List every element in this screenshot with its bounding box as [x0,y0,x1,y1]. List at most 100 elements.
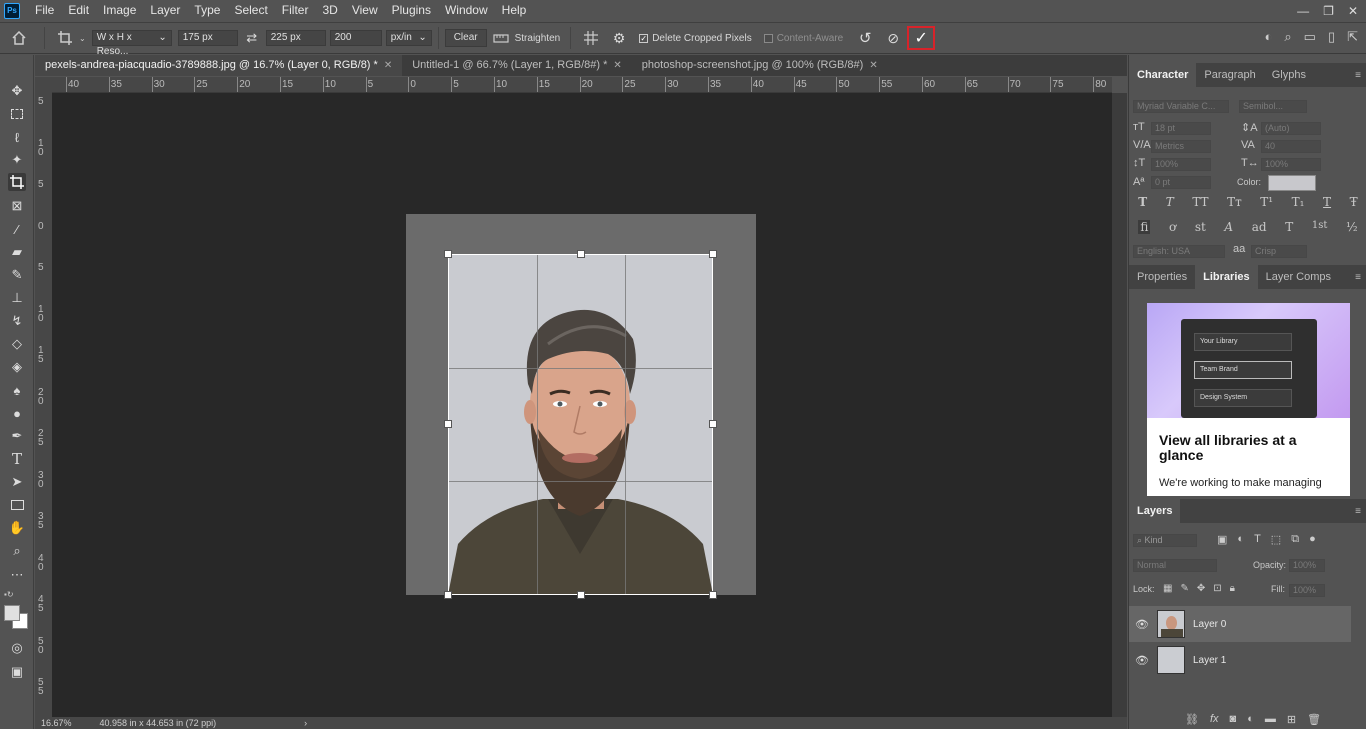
mask-icon[interactable]: ◙ [1230,713,1237,726]
quick-mask-icon[interactable]: ◎ [8,639,26,657]
tab-layers[interactable]: Layers [1129,499,1181,523]
libraries-onboarding-card[interactable]: Your Library Team Brand Design System Vi… [1147,303,1350,496]
leading-field[interactable]: (Auto) [1261,122,1321,135]
fractions-button[interactable]: ½ [1346,220,1358,234]
font-family-select[interactable]: Myriad Variable C... [1133,100,1229,113]
shape-filter-icon[interactable]: ⬚ [1271,533,1281,546]
trash-icon[interactable]: 🗑︎ [1307,713,1321,726]
straighten-label[interactable]: Straighten [515,33,561,44]
adjustment-filter-icon[interactable]: ◐ [1237,533,1244,546]
discretionary-ligatures-button[interactable]: st [1195,220,1206,234]
share-icon[interactable]: ◐ [1265,29,1273,45]
crop-handle-bottom-right[interactable] [709,591,717,599]
lasso-tool-icon[interactable]: ℓ [8,128,26,146]
search-icon[interactable]: ⌕ [1284,29,1291,45]
panel-menu-icon[interactable]: ≡ [1355,272,1361,283]
all-caps-button[interactable]: TT [1192,195,1208,209]
adjustment-icon[interactable]: ◐ [1247,713,1254,726]
menu-layer[interactable]: Layer [143,0,187,21]
fill-field[interactable]: 100% [1289,584,1325,597]
ligatures-button[interactable]: fi [1138,220,1151,234]
visibility-eye-icon[interactable]: 👁︎ [1129,654,1155,667]
link-icon[interactable]: ⛓︎ [1185,713,1199,726]
frame-tool-icon[interactable]: ⊠ [8,197,26,215]
overlay-grid-icon[interactable] [577,30,605,46]
menu-help[interactable]: Help [495,0,534,21]
tab-layer-comps[interactable]: Layer Comps [1258,265,1339,289]
tab-pexels[interactable]: pexels-andrea-piacquadio-3789888.jpg @ 1… [35,55,403,76]
width-field[interactable]: 175 px [177,30,238,46]
default-colors-icon[interactable]: ▪↻ [4,590,14,599]
layer-filter-kind[interactable]: ⌕ Kind [1133,534,1197,547]
crop-tool-preset-icon[interactable] [51,30,79,46]
tracking-field[interactable]: 40 [1261,140,1321,153]
eraser-tool-icon[interactable]: ◇ [8,335,26,353]
hand-tool-icon[interactable]: ✋ [8,519,26,537]
history-brush-tool-icon[interactable]: ↯ [8,312,26,330]
crop-handle-right[interactable] [709,420,717,428]
eyedropper-tool-icon[interactable]: ⁄ [8,220,26,238]
menu-view[interactable]: View [345,0,385,21]
content-aware-checkbox[interactable]: Content-Aware [763,33,843,44]
ratio-preset-select[interactable]: W x H x Reso... ⌄ [91,30,172,57]
tab-glyphs[interactable]: Glyphs [1264,63,1314,87]
small-caps-button[interactable]: Tт [1227,195,1242,209]
path-selection-tool-icon[interactable]: ➤ [8,473,26,491]
crop-tool-icon[interactable] [8,173,26,191]
image-filter-icon[interactable]: ▣ [1217,533,1227,546]
export-icon[interactable]: ⇱ [1347,29,1358,45]
canvas-area[interactable] [52,93,1112,717]
layer-row-layer-0[interactable]: 👁︎ Layer 0 [1129,606,1351,642]
more-tools-icon[interactable]: ⋯ [8,566,26,584]
blur-tool-icon[interactable]: ♠ [8,381,26,399]
straighten-icon[interactable] [487,32,515,44]
pen-tool-icon[interactable]: ✒ [8,427,26,445]
opacity-field[interactable]: 100% [1289,559,1325,572]
dodge-tool-icon[interactable]: ● [8,404,26,422]
swap-icon[interactable]: ⇄ [238,30,266,46]
height-field[interactable]: 225 px [265,30,326,46]
layer-name[interactable]: Layer 0 [1193,619,1226,630]
move-tool-icon[interactable]: ✥ [8,82,26,100]
resolution-field[interactable]: 200 [329,30,382,46]
tab-photoshop-screenshot[interactable]: photoshop-screenshot.jpg @ 100% (RGB/8#)… [632,55,888,76]
crop-handle-top[interactable] [577,250,585,258]
antialias-select[interactable]: Crisp [1251,245,1307,258]
tab-paragraph[interactable]: Paragraph [1196,63,1263,87]
minimize-icon[interactable]: — [1297,4,1309,18]
underline-button[interactable]: T [1323,195,1331,209]
zoom-level[interactable]: 16.67% [41,718,72,728]
text-color-swatch[interactable] [1268,175,1316,191]
font-style-select[interactable]: Semibol... [1239,100,1307,113]
zoom-tool-icon[interactable]: ⌕ [8,542,26,560]
restore-icon[interactable]: ❐ [1323,4,1334,18]
subscript-button[interactable]: T₁ [1292,195,1305,209]
rectangle-tool-icon[interactable] [8,496,26,514]
resolution-unit-select[interactable]: px/in ⌄ [385,30,432,46]
crop-handle-bottom[interactable] [577,591,585,599]
frame-icon[interactable]: ▯ [1328,29,1335,45]
layer-row-layer-1[interactable]: 👁︎ Layer 1 [1129,642,1351,678]
commit-button[interactable]: ✓ [907,26,936,50]
screen-mode-icon[interactable]: ▣ [8,663,26,681]
stamp-tool-icon[interactable]: ⊥ [8,289,26,307]
menu-edit[interactable]: Edit [61,0,96,21]
crop-handle-bottom-left[interactable] [444,591,452,599]
marquee-tool-icon[interactable] [8,105,26,123]
layer-name[interactable]: Layer 1 [1193,655,1226,666]
crop-handle-top-right[interactable] [709,250,717,258]
faux-bold-button[interactable]: T [1138,195,1147,209]
workspace-icon[interactable]: ▭ [1304,29,1316,45]
fx-icon[interactable]: fx [1210,713,1219,726]
type-filter-icon[interactable]: T [1254,533,1261,546]
swash-button[interactable]: A [1224,220,1233,234]
paint-bucket-tool-icon[interactable]: ◈ [8,358,26,376]
horizontal-scale-field[interactable]: 100% [1261,158,1321,171]
tab-libraries[interactable]: Libraries [1195,265,1258,289]
old-style-button[interactable]: ơ [1169,220,1176,234]
titling-button[interactable]: T [1285,220,1293,234]
smart-object-filter-icon[interactable]: ⧉ [1291,533,1299,546]
reset-icon[interactable]: ↺ [851,29,879,47]
delete-cropped-checkbox[interactable]: ✓ Delete Cropped Pixels [639,33,752,44]
tab-untitled[interactable]: Untitled-1 @ 66.7% (Layer 1, RGB/8#) * ✕ [402,55,632,76]
